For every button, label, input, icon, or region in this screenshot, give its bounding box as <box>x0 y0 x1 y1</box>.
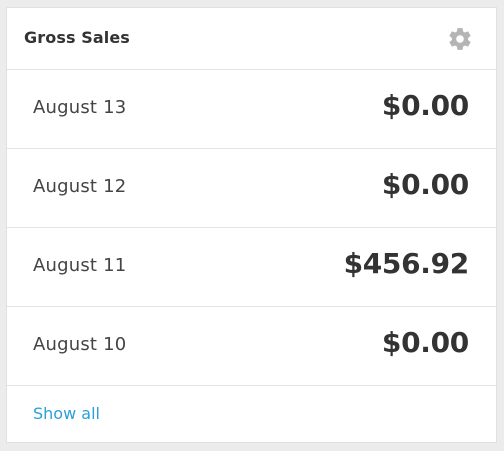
sales-row-amount: $0.00 <box>381 168 469 201</box>
sales-row: August 12 $0.00 <box>7 149 496 228</box>
sales-row: August 13 $0.00 <box>7 70 496 149</box>
sales-row-date: August 13 <box>33 97 127 118</box>
gear-icon <box>447 26 473 52</box>
settings-button[interactable] <box>446 25 474 53</box>
sales-list: August 13 $0.00 August 12 $0.00 August 1… <box>7 70 496 386</box>
sales-row: August 11 $456.92 <box>7 228 496 307</box>
show-all-link[interactable]: Show all <box>33 404 100 423</box>
sales-row-date: August 10 <box>33 334 127 355</box>
sales-row-date: August 12 <box>33 176 127 197</box>
gross-sales-widget: Gross Sales August 13 $0.00 August 12 $0… <box>6 7 497 443</box>
sales-row-amount: $0.00 <box>381 326 469 359</box>
widget-header: Gross Sales <box>7 8 496 70</box>
sales-row-amount: $0.00 <box>381 89 469 122</box>
widget-title: Gross Sales <box>24 28 130 47</box>
sales-row-date: August 11 <box>33 255 127 276</box>
sales-row: August 10 $0.00 <box>7 307 496 386</box>
sales-row-amount: $456.92 <box>343 247 470 280</box>
